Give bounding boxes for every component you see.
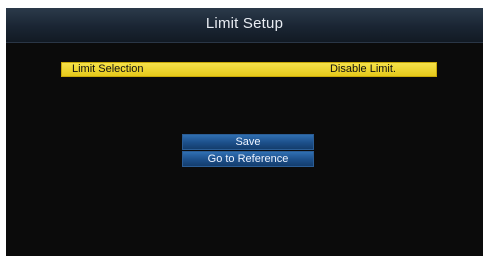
limit-selection-value: Disable Limit. — [329, 63, 396, 75]
limit-setup-screen: Limit Setup Limit Selection Disable Limi… — [6, 8, 483, 256]
page-title: Limit Setup — [205, 15, 284, 32]
limit-selection-label: Limit Selection — [72, 63, 144, 75]
title-bar: Limit Setup — [6, 8, 483, 43]
save-button[interactable]: Save — [182, 134, 314, 150]
limit-selection-row[interactable]: Limit Selection Disable Limit. — [61, 62, 437, 77]
go-to-reference-button[interactable]: Go to Reference — [182, 151, 314, 167]
